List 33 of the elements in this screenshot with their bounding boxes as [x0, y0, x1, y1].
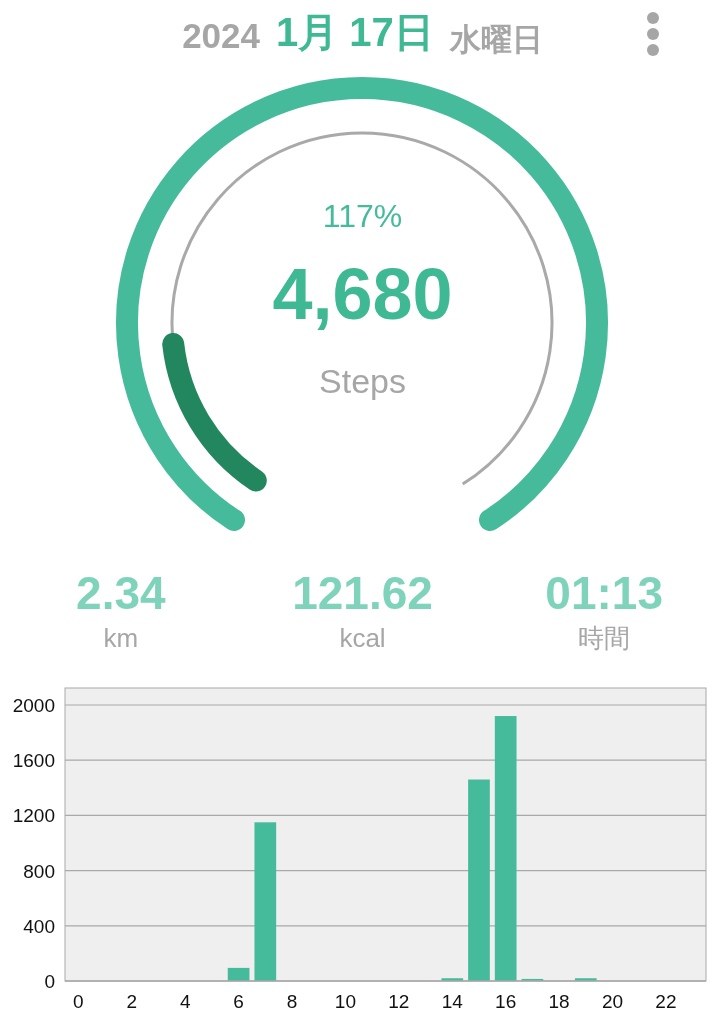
step-count: 4,680 [271, 258, 454, 330]
x-tick-label: 0 [73, 990, 84, 1012]
y-tick-label: 800 [23, 860, 55, 882]
percent-text: 117% [321, 197, 404, 236]
stat-value: 2.34 [76, 568, 166, 619]
x-tick-label: 18 [548, 990, 570, 1012]
y-tick-label: 0 [44, 970, 55, 992]
y-tick-label: 2000 [12, 694, 55, 716]
x-tick-label: 14 [441, 990, 463, 1012]
y-tick-label: 400 [23, 915, 55, 937]
weekday-text: 水曜日 [449, 19, 543, 59]
x-tick-label: 12 [388, 990, 410, 1012]
x-tick-label: 16 [495, 990, 517, 1012]
x-tick-label: 8 [286, 990, 298, 1012]
year-text: 2024 [182, 14, 260, 57]
x-tick-label: 20 [601, 990, 624, 1012]
steps-label: Steps [318, 361, 407, 402]
bar [521, 978, 544, 981]
date-text: 1月 17日 [276, 9, 434, 56]
stat-value: 121.62 [292, 568, 433, 619]
stat-unit: 時間 [578, 621, 631, 655]
stat-unit: km [103, 621, 139, 655]
x-tick-label: 4 [179, 990, 191, 1012]
y-tick-label: 1200 [12, 805, 55, 826]
x-tick-label: 2 [126, 990, 138, 1012]
x-tick-label: 6 [233, 990, 244, 1012]
x-tick-label: 10 [334, 990, 356, 1012]
y-tick-label: 1600 [12, 749, 55, 771]
bar [574, 977, 597, 981]
stat-value: 01:13 [545, 568, 663, 619]
x-tick-label: 22 [655, 990, 677, 1012]
bar [441, 977, 464, 981]
stat-unit: kcal [339, 621, 386, 655]
